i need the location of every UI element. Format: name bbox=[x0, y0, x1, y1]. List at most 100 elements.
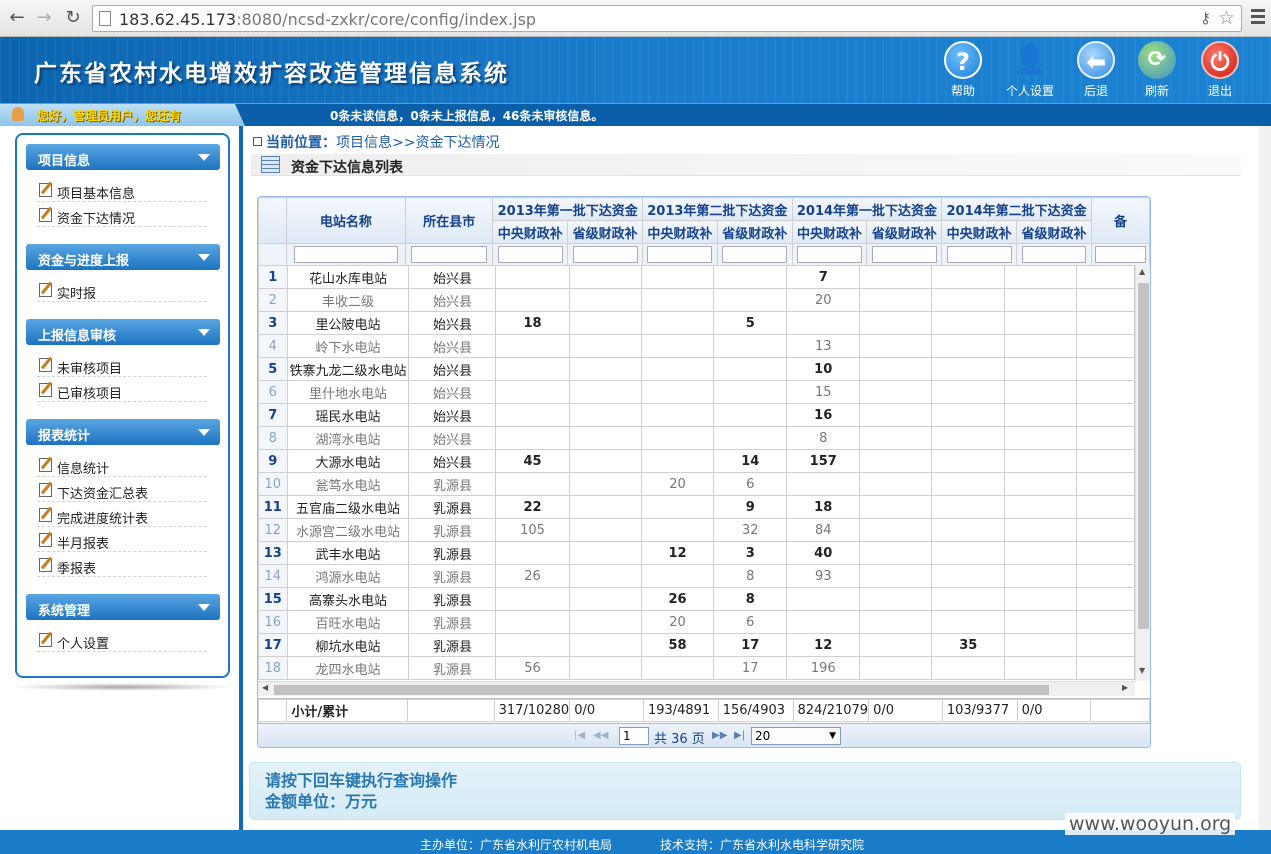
table-row[interactable]: 6 里什地水电站 始兴县 15 bbox=[258, 380, 1135, 404]
county-cell: 始兴县 bbox=[408, 265, 497, 289]
table-row[interactable]: 8 湖湾水电站 始兴县 8 bbox=[258, 426, 1135, 450]
menu-item-personal-settings[interactable]: 个人设置 bbox=[37, 628, 207, 652]
amount-cell bbox=[931, 403, 1006, 427]
scroll-right-icon[interactable]: ▶ bbox=[1122, 683, 1128, 692]
column-header-station[interactable]: 电站名称 bbox=[285, 197, 406, 244]
filter-input[interactable] bbox=[647, 246, 713, 263]
table-row[interactable]: 5 铁寨九龙二级水电站 始兴县 10 bbox=[258, 357, 1135, 381]
table-row[interactable]: 15 高寨头水电站 乳源县 26 8 bbox=[258, 587, 1135, 611]
amount-cell: 16 bbox=[786, 403, 861, 427]
filter-input[interactable] bbox=[722, 246, 788, 263]
reload-icon[interactable]: ↻ bbox=[62, 7, 84, 29]
pagination-bar: |◀ ◀◀ 1 共 36 页 ▶▶ ▶| 20 ▼ bbox=[258, 723, 1150, 747]
table-row[interactable]: 2 丰收二级 始兴县 20 bbox=[258, 288, 1135, 312]
menu-section-report-review[interactable]: 上报信息审核 bbox=[26, 319, 220, 345]
menu-item-info-stats[interactable]: 信息统计 bbox=[37, 453, 207, 477]
page-number-input[interactable]: 1 bbox=[619, 727, 649, 745]
menu-item-project-basic-info[interactable]: 项目基本信息 bbox=[37, 178, 207, 202]
next-page-icon[interactable]: ▶▶ bbox=[712, 730, 727, 741]
column-header-county[interactable]: 所在县市 bbox=[404, 197, 494, 244]
url-text[interactable]: 183.62.45.173:8080/ncsd-zxkr/core/config… bbox=[119, 10, 536, 29]
menu-item-progress-stats[interactable]: 完成进度统计表 bbox=[37, 503, 207, 527]
menu-section-report-stats[interactable]: 报表统计 bbox=[26, 419, 220, 445]
column-header-province[interactable]: 省级财政补 bbox=[716, 220, 793, 244]
browser-menu-icon[interactable] bbox=[1251, 9, 1265, 27]
scroll-down-icon[interactable]: ▼ bbox=[1139, 666, 1145, 675]
key-icon[interactable]: ⚷ bbox=[1200, 9, 1211, 27]
amount-cell bbox=[931, 587, 1006, 611]
menu-item-half-month-report[interactable]: 半月报表 bbox=[37, 528, 207, 552]
filter-input-county[interactable] bbox=[411, 246, 488, 263]
table-row[interactable]: 7 瑶民水电站 始兴县 16 bbox=[258, 403, 1135, 427]
table-row[interactable]: 3 里公陂电站 始兴县 18 5 bbox=[258, 311, 1135, 335]
refresh-button[interactable]: ⟳ 刷新 bbox=[1127, 41, 1187, 99]
logout-button[interactable]: ⏻ 退出 bbox=[1190, 41, 1250, 99]
menu-item-realtime-report[interactable]: 实时报 bbox=[37, 278, 207, 302]
table-row[interactable]: 17 柳坑水电站 乳源县 58 17 12 35 bbox=[258, 633, 1135, 657]
address-bar[interactable]: 183.62.45.173:8080/ncsd-zxkr/core/config… bbox=[92, 5, 1242, 32]
amount-cell bbox=[640, 656, 715, 680]
menu-item-fund-summary[interactable]: 下达资金汇总表 bbox=[37, 478, 207, 502]
filter-input[interactable] bbox=[572, 246, 638, 263]
table-row[interactable]: 14 鸿源水电站 乳源县 26 8 93 bbox=[258, 564, 1135, 588]
table-row[interactable]: 10 瓮笃水电站 乳源县 20 6 bbox=[258, 472, 1135, 496]
personal-settings-button[interactable]: 👤 个人设置 bbox=[1000, 41, 1060, 99]
help-button[interactable]: ? 帮助 bbox=[933, 41, 993, 99]
bookmark-star-icon[interactable]: ☆ bbox=[1218, 7, 1235, 29]
filter-input[interactable] bbox=[797, 246, 863, 263]
column-header-province[interactable]: 省级财政补 bbox=[866, 220, 943, 244]
station-name-cell: 水源宫二级水电站 bbox=[286, 518, 410, 542]
column-header-province[interactable]: 省级财政补 bbox=[1016, 220, 1092, 244]
table-row[interactable]: 4 岭下水电站 始兴县 13 bbox=[258, 334, 1135, 358]
table-row[interactable]: 11 五官庙二级水电站 乳源县 22 9 18 bbox=[258, 495, 1135, 519]
horizontal-scrollbar[interactable]: ◀ ▶ bbox=[258, 681, 1135, 696]
filter-input[interactable] bbox=[871, 246, 937, 263]
column-header-central[interactable]: 中央财政补 bbox=[941, 220, 1018, 244]
first-page-icon[interactable]: |◀ bbox=[574, 730, 585, 741]
menu-item-fund-allocation[interactable]: 资金下达情况 bbox=[37, 203, 207, 227]
amount-cell bbox=[1076, 357, 1135, 381]
amount-cell bbox=[1076, 265, 1135, 289]
table-row[interactable]: 18 龙四水电站 乳源县 56 17 196 bbox=[258, 656, 1135, 680]
scroll-up-icon[interactable]: ▲ bbox=[1139, 267, 1145, 276]
column-header-central[interactable]: 中央财政补 bbox=[642, 220, 718, 244]
scrollbar-thumb[interactable] bbox=[274, 685, 1049, 695]
menu-section-fund-progress[interactable]: 资金与进度上报 bbox=[26, 244, 220, 270]
page-scrollbar[interactable] bbox=[1259, 126, 1271, 830]
back-button[interactable]: ⬅ 后退 bbox=[1066, 41, 1126, 99]
menu-item-reviewed[interactable]: 已审核项目 bbox=[37, 378, 207, 402]
prev-page-icon[interactable]: ◀◀ bbox=[593, 730, 608, 741]
page-size-select[interactable]: 20 ▼ bbox=[751, 727, 841, 745]
menu-section-system[interactable]: 系统管理 bbox=[26, 594, 220, 620]
menu-item-unreviewed[interactable]: 未审核项目 bbox=[37, 353, 207, 377]
filter-input[interactable] bbox=[946, 246, 1012, 263]
amount-cell bbox=[931, 334, 1006, 358]
filter-input-remark[interactable] bbox=[1095, 246, 1146, 263]
scrollbar-thumb[interactable] bbox=[1138, 283, 1149, 629]
table-row[interactable]: 13 武丰水电站 乳源县 12 3 40 bbox=[258, 541, 1135, 565]
filter-input-station[interactable] bbox=[293, 246, 398, 263]
column-header-province[interactable]: 省级财政补 bbox=[567, 220, 644, 244]
table-row[interactable]: 1 花山水库电站 始兴县 7 bbox=[258, 265, 1135, 289]
menu-section-project-info[interactable]: 项目信息 bbox=[26, 144, 220, 170]
column-header-central[interactable]: 中央财政补 bbox=[791, 220, 868, 244]
forward-arrow-icon[interactable]: → bbox=[33, 7, 55, 29]
filter-input[interactable] bbox=[497, 246, 563, 263]
back-arrow-icon[interactable]: ← bbox=[6, 7, 28, 29]
station-name-cell: 高寨头水电站 bbox=[286, 587, 410, 611]
table-row[interactable]: 12 水源宫二级水电站 乳源县 105 32 84 bbox=[258, 518, 1135, 542]
amount-cell bbox=[786, 610, 861, 634]
column-header-remark[interactable]: 备 bbox=[1090, 197, 1150, 244]
last-page-icon[interactable]: ▶| bbox=[734, 730, 745, 741]
table-row[interactable]: 9 大源水电站 始兴县 45 14 157 bbox=[258, 449, 1135, 473]
breadcrumb-path[interactable]: 项目信息>>资金下达情况 bbox=[336, 135, 499, 151]
notification-message[interactable]: 0条未读信息，0条未上报信息，46条未审核信息。 bbox=[330, 107, 603, 124]
column-header-central[interactable]: 中央财政补 bbox=[492, 220, 569, 244]
vertical-scrollbar[interactable]: ▲ ▼ bbox=[1135, 265, 1150, 681]
table-row[interactable]: 16 百旺水电站 乳源县 20 6 bbox=[258, 610, 1135, 634]
menu-item-quarter-report[interactable]: 季报表 bbox=[37, 553, 207, 577]
scroll-left-icon[interactable]: ◀ bbox=[262, 683, 268, 692]
amount-cell bbox=[1004, 495, 1078, 519]
row-number: 14 bbox=[258, 564, 288, 588]
filter-input[interactable] bbox=[1021, 246, 1087, 263]
